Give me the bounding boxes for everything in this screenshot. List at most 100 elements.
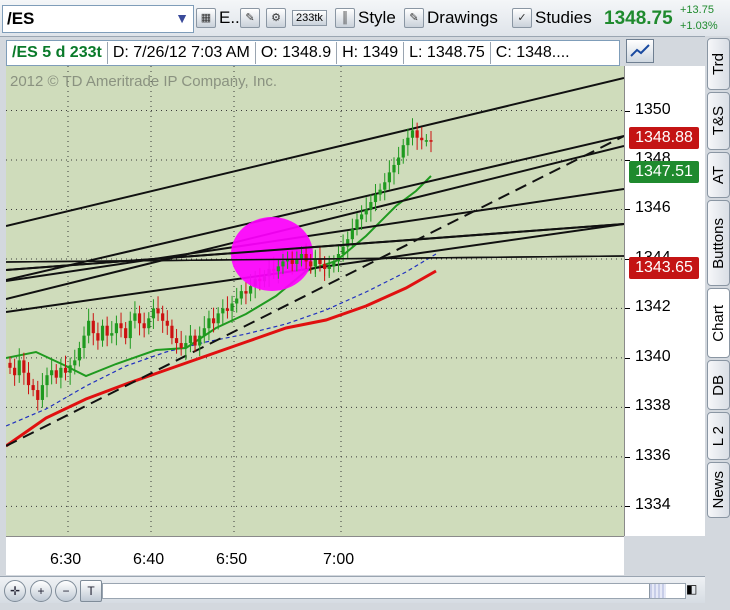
scrollbar-thumb[interactable] bbox=[649, 584, 666, 598]
candle-body bbox=[45, 375, 49, 386]
price-tick-mark bbox=[625, 456, 630, 458]
candle-body bbox=[87, 320, 91, 336]
settings-button[interactable]: ⚙ bbox=[266, 6, 286, 30]
zoom-out-icon[interactable]: − bbox=[55, 580, 77, 602]
candle-body bbox=[424, 140, 428, 142]
bottom-toolbar: ✛ + − T ◧ bbox=[0, 576, 705, 603]
candle-body bbox=[415, 130, 419, 138]
time-axis[interactable]: 6:30 6:40 6:50 7:00 bbox=[6, 536, 624, 575]
candle-body bbox=[341, 246, 345, 254]
info-high: H: 1349 bbox=[337, 42, 405, 64]
crosshair-icon[interactable]: ✛ bbox=[4, 580, 26, 602]
candle-body bbox=[119, 323, 123, 329]
info-close: C: 1348.... bbox=[495, 44, 570, 61]
candle-body bbox=[364, 209, 368, 215]
candle-body bbox=[59, 367, 63, 378]
price-flag: 1347.51 bbox=[629, 161, 699, 184]
side-tab-label: Chart bbox=[710, 304, 727, 342]
time-scrollbar[interactable] bbox=[102, 583, 686, 599]
candle-body bbox=[156, 308, 160, 314]
style-button[interactable]: ║ Style bbox=[335, 6, 396, 30]
side-tab-at[interactable]: AT bbox=[707, 152, 730, 198]
candle-body bbox=[281, 261, 285, 267]
toolbar: /ES ▼ ▦ E... ✎ ⚙ 233tk ║ Style ✎ Drawing… bbox=[0, 0, 730, 37]
candle-body bbox=[50, 370, 54, 376]
candle-body bbox=[82, 335, 86, 348]
candle-body bbox=[327, 266, 331, 269]
candle-body bbox=[244, 291, 248, 294]
last-price: 1348.75 bbox=[604, 8, 673, 29]
price-axis[interactable]: 1350134813461344134213401338133613341348… bbox=[624, 66, 705, 536]
candle-body bbox=[235, 298, 239, 304]
style-label: Style bbox=[358, 8, 396, 27]
candle-body bbox=[105, 325, 109, 336]
candle-body bbox=[397, 157, 401, 165]
candle-body bbox=[170, 325, 174, 339]
candle-body bbox=[91, 320, 95, 334]
price-tick-mark bbox=[625, 209, 630, 211]
symbol-dropdown-icon[interactable]: ▼ bbox=[173, 8, 191, 28]
candle-icon: ║ bbox=[335, 8, 355, 28]
candle-body bbox=[211, 318, 216, 324]
zoom-in-icon[interactable]: + bbox=[30, 580, 52, 602]
candle-body bbox=[309, 261, 313, 267]
symbol-input[interactable]: /ES ▼ bbox=[2, 5, 194, 33]
change-percent: +1.03% bbox=[680, 20, 718, 32]
candle-body bbox=[410, 130, 415, 138]
candle-body bbox=[133, 313, 137, 321]
candle-body bbox=[350, 229, 354, 240]
side-tab-label: Buttons bbox=[710, 217, 727, 269]
candle-body bbox=[100, 325, 105, 341]
exchange-button[interactable]: ▦ E... bbox=[196, 6, 245, 30]
side-tab-label: Trd bbox=[710, 53, 727, 75]
candle-body bbox=[73, 360, 77, 366]
price-tick-mark bbox=[625, 357, 630, 359]
studies-button[interactable]: ✓ Studies bbox=[512, 6, 592, 30]
tools-button[interactable]: ✎ bbox=[240, 6, 260, 30]
ma-green-line bbox=[5, 175, 432, 378]
candle-body bbox=[216, 313, 220, 324]
candle-body bbox=[179, 343, 183, 348]
candle-body bbox=[336, 254, 341, 262]
side-tab-buttons[interactable]: Buttons bbox=[707, 200, 730, 286]
price-tick-label: 1334 bbox=[635, 496, 671, 514]
price-flag: 1348.88 bbox=[629, 127, 699, 150]
candle-body bbox=[299, 254, 304, 259]
side-tab-news[interactable]: News bbox=[707, 462, 730, 518]
candle-body bbox=[207, 318, 211, 329]
tick-interval-button[interactable]: 233tk bbox=[292, 6, 327, 30]
candle-body bbox=[184, 343, 188, 348]
candle-body bbox=[420, 137, 424, 141]
info-low: L: 1348.75 bbox=[404, 42, 491, 64]
candle-body bbox=[332, 261, 336, 267]
candle-body bbox=[369, 202, 373, 210]
candle-body bbox=[151, 308, 156, 319]
candle-body bbox=[401, 145, 405, 158]
time-tick-label: 6:40 bbox=[133, 551, 165, 568]
candle-body bbox=[137, 313, 142, 324]
side-tab-l2[interactable]: L 2 bbox=[707, 412, 730, 460]
side-tab-label: DB bbox=[710, 374, 727, 396]
side-tab-db[interactable]: DB bbox=[707, 360, 730, 410]
scroll-expand-icon[interactable]: ◧ bbox=[686, 582, 697, 596]
pencil-icon: ✎ bbox=[404, 8, 424, 28]
change-absolute: +13.75 bbox=[680, 4, 714, 16]
price-tick-label: 1350 bbox=[635, 100, 671, 118]
price-tick-mark bbox=[625, 308, 630, 310]
price-tick-label: 1342 bbox=[635, 298, 671, 316]
side-tab-label: T&S bbox=[710, 106, 727, 136]
candle-body bbox=[26, 372, 31, 386]
chart-settings-icon[interactable] bbox=[626, 39, 654, 63]
price-chart[interactable] bbox=[5, 66, 625, 536]
side-tab-chart[interactable]: Chart bbox=[707, 288, 730, 358]
candle-body bbox=[161, 313, 165, 321]
price-tick-label: 1346 bbox=[635, 199, 671, 217]
side-tab-ts[interactable]: T&S bbox=[707, 92, 730, 150]
side-tab-trd[interactable]: Trd bbox=[707, 38, 730, 90]
drawings-button[interactable]: ✎ Drawings bbox=[404, 6, 498, 30]
pencil-icon: ✎ bbox=[240, 8, 260, 28]
price-tick-label: 1338 bbox=[635, 397, 671, 415]
drawings-label: Drawings bbox=[427, 8, 498, 27]
candle-body bbox=[322, 263, 327, 269]
text-tool-icon[interactable]: T bbox=[80, 580, 102, 602]
